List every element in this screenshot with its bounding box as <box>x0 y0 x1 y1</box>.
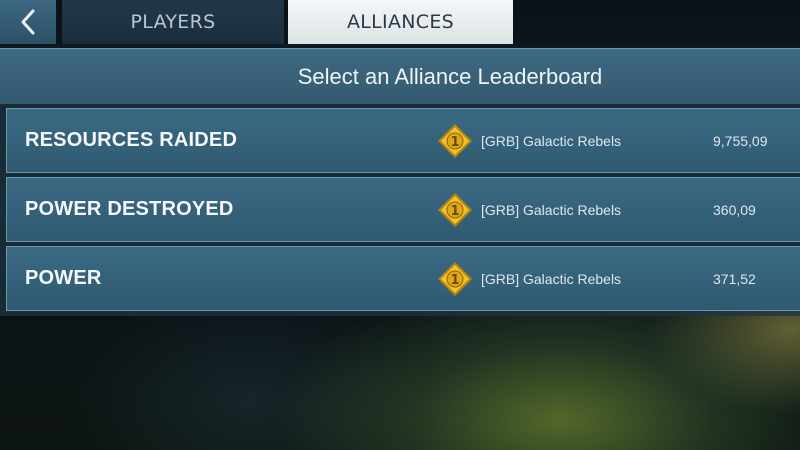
leaderboard-value: 9,755,09 <box>713 132 768 149</box>
leaderboard-value: 371,52 <box>713 270 756 287</box>
alliance-name: [GRB] Galactic Rebels <box>481 132 622 149</box>
alliance-name: [GRB] Galactic Rebels <box>481 201 622 218</box>
rank-number: 1 <box>450 135 459 150</box>
leaderboard-row-power-destroyed[interactable]: POWER DESTROYED 1 [GRB] Galactic Rebels … <box>6 177 800 242</box>
tab-alliances[interactable]: ALLIANCES <box>288 0 513 44</box>
rank-number: 1 <box>450 204 459 219</box>
rank-number: 1 <box>450 273 459 288</box>
leaderboard-row-resources-raided[interactable]: RESOURCES RAIDED 1 [GRB] Galactic Rebels… <box>6 108 800 173</box>
rank-badge-icon: 1 <box>437 261 473 297</box>
rank-badge-icon: 1 <box>437 123 473 159</box>
back-button[interactable] <box>0 0 58 44</box>
leaderboard-label: POWER DESTROYED <box>25 198 234 220</box>
tab-alliances-label: ALLIANCES <box>346 11 454 33</box>
tab-players[interactable]: PLAYERS <box>62 0 284 44</box>
tab-bar: PLAYERS ALLIANCES <box>0 0 800 44</box>
chevron-left-icon <box>21 9 35 35</box>
leaderboard-value: 360,09 <box>713 201 756 218</box>
leaderboard-label: RESOURCES RAIDED <box>25 129 238 151</box>
leaderboard-label: POWER <box>25 267 102 289</box>
leaderboard-row-power[interactable]: POWER 1 [GRB] Galactic Rebels 371,52 <box>6 246 800 311</box>
leaderboard-header: Select an Alliance Leaderboard <box>0 48 800 104</box>
leaderboard-list: RESOURCES RAIDED 1 [GRB] Galactic Rebels… <box>0 104 800 316</box>
rank-badge-icon: 1 <box>437 192 473 228</box>
page-title: Select an Alliance Leaderboard <box>297 63 603 89</box>
alliance-name: [GRB] Galactic Rebels <box>481 270 622 287</box>
tab-players-label: PLAYERS <box>130 11 216 33</box>
alliance-leaderboard-screen: PLAYERS ALLIANCES Select an Alliance Lea… <box>0 0 800 450</box>
